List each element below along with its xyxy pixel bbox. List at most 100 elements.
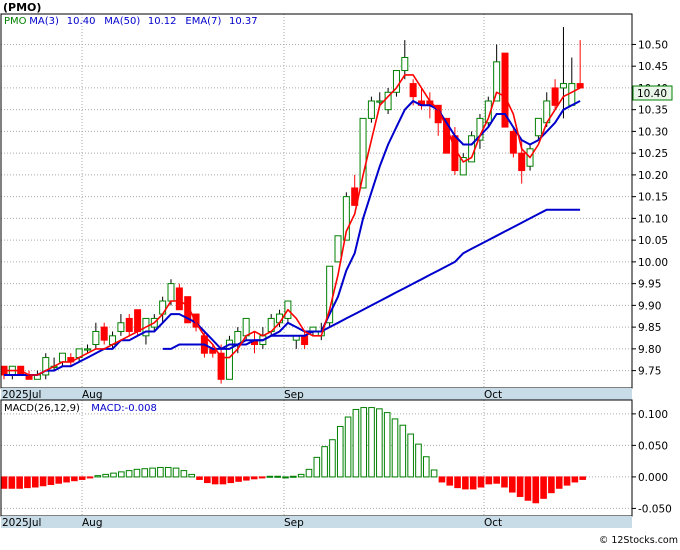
macd-bar [524,476,532,501]
macd-bar [563,476,571,486]
macd-bar [78,476,86,480]
macd-bar [571,476,579,483]
macd-bar [454,476,461,489]
macd-bar [16,476,23,489]
macd-bar [94,475,102,478]
x-tick-label: Aug [82,389,103,401]
macd-bar [501,476,508,488]
macd-bar [157,466,164,478]
candle [175,283,183,311]
x-tick-label: Oct [484,389,502,401]
macd-bar [321,446,328,478]
legend-entry: PMO [4,16,27,27]
price-tick-label: 10.50 [638,39,668,51]
macd-bar [469,476,477,490]
legend-entry: MA(3) [29,16,59,27]
candle [334,235,342,263]
macd-bar [250,476,258,480]
macd-tick-label: 0.100 [638,409,668,421]
macd-bar [47,476,55,485]
macd-bar [509,476,516,493]
macd-bar [141,468,149,478]
legend-entry: 10.12 [148,16,177,27]
macd-bar [344,416,352,478]
x-tick-label: 2025Jul [2,517,41,529]
price-tick-label: 9.85 [638,322,661,334]
macd-bar [485,476,493,485]
macd-bar [102,473,109,478]
candle [367,96,375,123]
macd-tick-label: -0.050 [638,503,672,515]
price-tick-label: 10.00 [638,257,668,269]
macd-bar [462,476,469,490]
macd-bar [86,476,94,479]
macd-bar [39,476,47,487]
macd-bar [274,475,281,478]
macd-bar [305,468,313,478]
macd-bar [24,476,31,489]
price-tick-label: 10.45 [638,61,668,73]
macd-bar [516,476,524,497]
macd-bar [110,472,117,478]
macd-bar [555,476,563,489]
price-tick-label: 10.35 [638,105,668,117]
macd-bar [149,467,156,478]
macd-bar [329,439,336,478]
chart-title: (PMO) [3,1,41,14]
macd-bar [383,412,391,478]
macd-bar [196,476,203,480]
macd-bar [125,470,133,478]
x-tick-label: Aug [82,517,103,529]
macd-bar [55,476,63,484]
watermark: © 12Stocks.com [599,535,678,546]
macd-bar [235,476,242,482]
macd-bar [211,476,219,485]
macd-bar [446,476,454,486]
macd-bar [180,470,188,478]
macd-tick-label: 0.000 [638,472,668,484]
macd-bar [352,408,360,478]
macd-bar [172,467,180,478]
macd-bar [579,476,586,480]
macd-bar [532,476,540,504]
price-tick-label: 9.80 [638,344,661,356]
macd-bar [336,425,344,478]
candle [384,87,392,115]
price-tick-label: 10.15 [638,192,668,204]
price-tick-label: 9.95 [638,279,661,291]
price-tick-label: 9.75 [638,366,661,378]
macd-bar [71,476,78,482]
candle [42,353,50,380]
price-tick-label: 10.20 [638,170,668,182]
macd-bar [266,475,274,478]
macd-bar [493,476,500,484]
macd-bar [430,469,438,478]
macd-bar [391,418,399,478]
macd-bar [282,476,289,479]
legend-entry: EMA(7) [185,16,221,27]
macd-bar [399,424,407,478]
price-tick-label: 10.10 [638,213,668,225]
macd-bar [548,476,555,494]
legend-entry: 10.40 [67,16,96,27]
legend-entry: MA(50) [104,16,140,27]
macd-bar [290,475,297,478]
macd-bar [164,466,172,478]
price-tick-label: 9.90 [638,300,661,312]
legend-entry: 10.37 [229,16,258,27]
macd-bar [204,476,211,484]
macd-bar [477,476,485,488]
macd-bar [360,407,368,478]
main-legend: PMO MA(3) 10.40 MA(50) 10.12 EMA(7) 10.37 [4,16,258,27]
stock-chart: 2025Jul Aug Sep Oct 2025Jul Aug Sep Oct 9.75 9.… [0,0,680,546]
price-tick-label: 10.25 [638,148,668,160]
macd-bar [118,471,125,478]
macd-tick-label: 0.050 [638,440,668,452]
macd-bar [376,408,383,478]
macd-bar [313,456,321,478]
legend-entry: MACD:-0.008 [91,403,157,414]
chart-canvas: 2025Jul Aug Sep Oct 2025Jul Aug Sep Oct 9.75 9.… [0,0,680,546]
macd-bar [407,433,414,478]
x-tick-label: 2025Jul [2,389,41,401]
macd-bar [368,407,375,478]
